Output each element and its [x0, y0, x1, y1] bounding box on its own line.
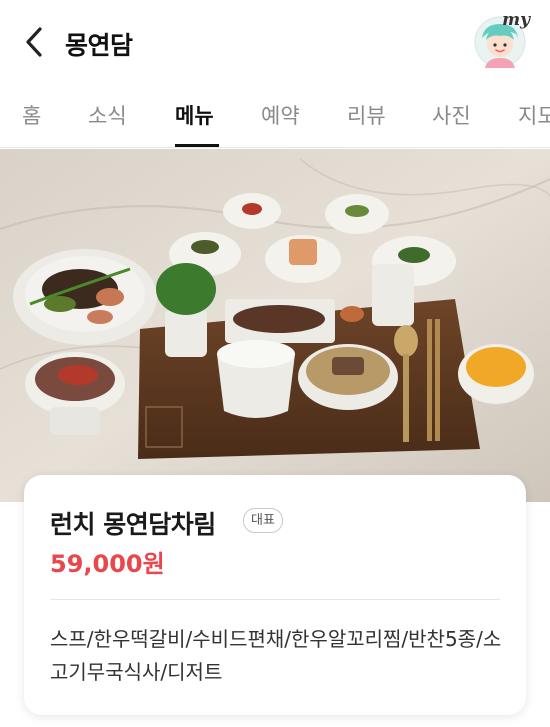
tab-news[interactable]: 소식: [88, 100, 127, 130]
menu-item-description: 스프/한우떡갈비/수비드편채/한우알꼬리찜/반찬5종/소고기무국식사/디저트: [50, 627, 502, 684]
menu-item-card[interactable]: 런치 몽연담차림 대표 59,000원 스프/한우떡갈비/수비드편채/한우알꼬리…: [24, 475, 526, 715]
tab-photo[interactable]: 사진: [432, 100, 471, 130]
tab-bar: 홈 소식 메뉴 예약 리뷰 사진 지도: [0, 86, 550, 148]
avatar-label: my: [502, 10, 530, 30]
my-page-avatar[interactable]: my: [474, 10, 530, 68]
back-button[interactable]: [16, 24, 52, 60]
tab-reservation[interactable]: 예약: [261, 100, 300, 130]
signature-badge: 대표: [243, 508, 283, 533]
menu-item-price: 59,000원: [50, 550, 165, 578]
tab-menu[interactable]: 메뉴: [175, 100, 214, 130]
tab-home[interactable]: 홈: [22, 100, 41, 130]
food-photo-illustration: [0, 149, 550, 502]
active-tab-indicator: [175, 144, 219, 147]
app-header: 몽연담 my: [0, 0, 550, 86]
tab-review[interactable]: 리뷰: [347, 100, 386, 130]
menu-photo[interactable]: [0, 149, 550, 502]
card-divider: [50, 599, 500, 600]
tab-map[interactable]: 지도: [518, 100, 550, 130]
menu-item-name: 런치 몽연담차림: [50, 510, 216, 539]
chevron-left-icon: [26, 27, 42, 57]
page-title: 몽연담: [65, 31, 133, 60]
